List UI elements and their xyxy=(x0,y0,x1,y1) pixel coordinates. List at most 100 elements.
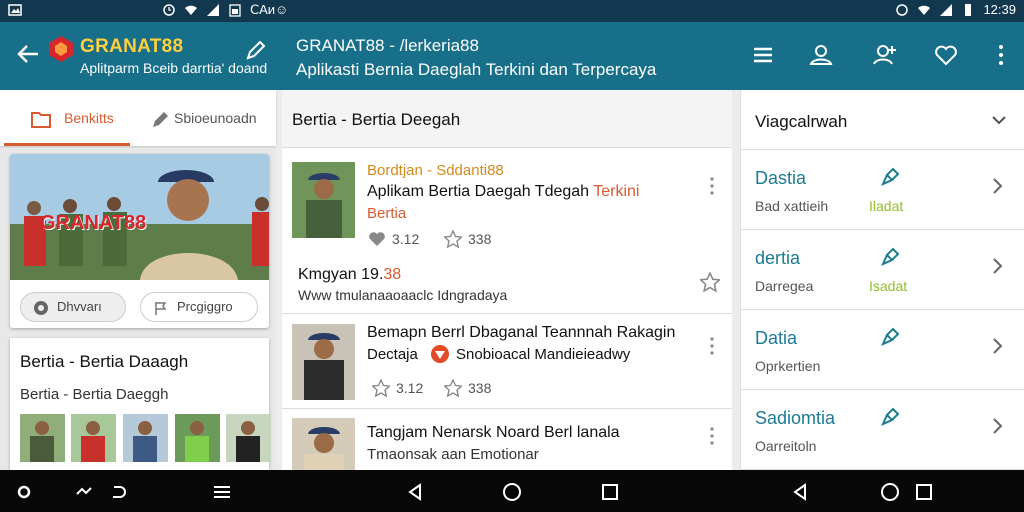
pen-icon xyxy=(153,112,168,127)
recents-nav-icon[interactable] xyxy=(600,482,620,502)
back-arrow-icon[interactable] xyxy=(14,40,42,68)
wifi-icon xyxy=(185,5,197,15)
left-panel: Benkitts Sbioeunoadn GRANAT88 Dhvvarı Pr… xyxy=(0,90,276,470)
chip-program[interactable]: Prcgiggro xyxy=(140,292,258,322)
feed-header: Bertia - Bertia Deegah xyxy=(282,90,732,148)
category-item[interactable]: Dastia Bad xattieih Iladat xyxy=(741,150,1024,230)
chip-label: Prcgiggro xyxy=(177,299,233,314)
signal-icon xyxy=(940,3,953,16)
pin-icon xyxy=(881,327,900,346)
category-item[interactable]: Datia Oprkertien xyxy=(741,310,1024,390)
app-bar: GRANAT88 Aplitparm Bceib darrtia' doand … xyxy=(0,22,1024,90)
back-nav-icon[interactable] xyxy=(790,482,810,502)
category-title: dertia xyxy=(755,248,801,268)
category-dropdown[interactable]: Viagcalrwah xyxy=(741,90,1024,150)
category-panel: Viagcalrwah Dastia Bad xattieih Iladat d… xyxy=(740,90,1024,470)
news-title-highlight: Terkini xyxy=(593,183,640,200)
battery-icon xyxy=(229,4,241,17)
category-subtitle: Darregea xyxy=(755,278,814,294)
category-subtitle: Oarreitoln xyxy=(755,438,817,454)
more-vert-icon[interactable] xyxy=(706,336,718,356)
wifi-icon xyxy=(918,5,931,15)
news-source: Dectaja xyxy=(367,346,418,363)
menu-icon[interactable] xyxy=(212,482,232,502)
category-item[interactable]: Sadiomtia Oarreitoln xyxy=(741,390,1024,470)
status-time: 12:39 xyxy=(983,2,1016,17)
flag-icon xyxy=(155,302,167,315)
news-thumbnail[interactable] xyxy=(292,418,355,470)
star-icon xyxy=(444,230,462,248)
info-card[interactable]: Bertia - Bertia Daaagh Bertia - Bertia D… xyxy=(10,338,271,470)
status-bar: ⅭAᴎ☺ 12:39 xyxy=(0,0,1024,22)
star-icon[interactable] xyxy=(700,272,720,292)
category-subtitle: Bad xattieih xyxy=(755,198,829,214)
news-title-line2: Bertia xyxy=(367,205,407,222)
more-vert-icon[interactable] xyxy=(706,176,718,196)
gallery-thumbnail[interactable] xyxy=(175,414,220,462)
more-vert-icon[interactable] xyxy=(706,426,718,446)
category-item[interactable]: dertia Darregea Isadat xyxy=(741,230,1024,310)
pin-icon xyxy=(881,167,900,186)
edit-icon[interactable] xyxy=(244,38,268,62)
app-logo-icon xyxy=(49,36,73,62)
system-nav-bar xyxy=(0,470,1024,512)
category-subtitle: Oprkertien xyxy=(755,358,821,374)
link-icon[interactable] xyxy=(74,482,94,502)
star-count[interactable]: 338 xyxy=(444,379,491,397)
chevron-right-icon xyxy=(993,338,1003,354)
menu-icon[interactable] xyxy=(750,42,776,68)
publisher-logo-icon xyxy=(431,345,449,363)
battery-icon xyxy=(965,3,972,16)
undo-icon[interactable] xyxy=(108,482,128,502)
feed-header-title: Bertia - Bertia Deegah xyxy=(292,110,461,129)
more-vert-icon[interactable] xyxy=(988,42,1014,68)
tab-news[interactable]: Benkitts xyxy=(4,90,130,146)
news-title[interactable]: Bemapn Berrl Dbaganal Teannnah Rakagin xyxy=(367,324,675,342)
recents-nav-icon[interactable] xyxy=(914,482,934,502)
chip-discover[interactable]: Dhvvarı xyxy=(20,292,126,322)
news-subtitle: Www tmulanaaoaaclc Idngradaya xyxy=(298,287,508,303)
tab-label: Benkitts xyxy=(64,110,114,126)
star-count-text: 338 xyxy=(468,231,492,247)
folder-icon xyxy=(31,112,51,128)
news-publisher: Snobioacal Mandieieadwy xyxy=(456,346,631,363)
divider xyxy=(282,408,732,409)
alarm-icon xyxy=(896,3,909,16)
heart-icon[interactable] xyxy=(933,42,959,68)
signal-icon xyxy=(207,4,219,16)
category-title: Sadiomtia xyxy=(755,408,836,428)
chevron-right-icon xyxy=(993,178,1003,194)
home-nav-icon[interactable] xyxy=(502,482,522,502)
star-count[interactable]: 338 xyxy=(444,230,491,248)
gallery-thumbnail[interactable] xyxy=(20,414,65,462)
star-count[interactable]: 3.12 xyxy=(372,379,423,397)
news-title[interactable]: Tangjam Nenarsk Noard Berl lanala xyxy=(367,424,620,442)
news-title[interactable]: Kmgyan 19.38 xyxy=(298,266,401,284)
featured-overlay-text: GRANAT88 xyxy=(40,212,147,234)
news-thumbnail[interactable] xyxy=(292,162,355,238)
heart-icon xyxy=(369,232,385,246)
divider xyxy=(282,313,732,314)
page-title: GRANAT88 - /lerkeria88 xyxy=(296,36,479,55)
info-title: Bertia - Bertia Daaagh xyxy=(20,352,189,371)
news-title-highlight: 38 xyxy=(383,266,402,283)
status-text: ⅭAᴎ☺ xyxy=(250,2,289,17)
record-icon[interactable] xyxy=(14,482,34,502)
gallery-thumbnail[interactable] xyxy=(123,414,168,462)
image-notification-icon xyxy=(8,3,22,20)
add-user-icon[interactable] xyxy=(872,42,898,68)
user-icon[interactable] xyxy=(808,42,834,68)
like-count[interactable]: 3.12 xyxy=(368,230,419,248)
tab-label: Sbioeunoadn xyxy=(174,110,257,126)
chip-label: Dhvvarı xyxy=(57,299,102,314)
home-nav-icon[interactable] xyxy=(880,482,900,502)
news-thumbnail[interactable] xyxy=(292,324,355,400)
brand-subtitle: Aplitparm Bceib darrtia' doand xyxy=(80,60,268,76)
alarm-icon xyxy=(163,4,175,16)
featured-card[interactable]: GRANAT88 Dhvvarı Prcgiggro xyxy=(10,154,269,328)
like-count-text: 3.12 xyxy=(396,380,424,396)
back-nav-icon[interactable] xyxy=(405,482,425,502)
gallery-thumbnail[interactable] xyxy=(226,414,271,462)
news-title[interactable]: Aplikam Bertia Daegah Tdegah Terkini xyxy=(367,183,639,201)
gallery-thumbnail[interactable] xyxy=(71,414,116,462)
